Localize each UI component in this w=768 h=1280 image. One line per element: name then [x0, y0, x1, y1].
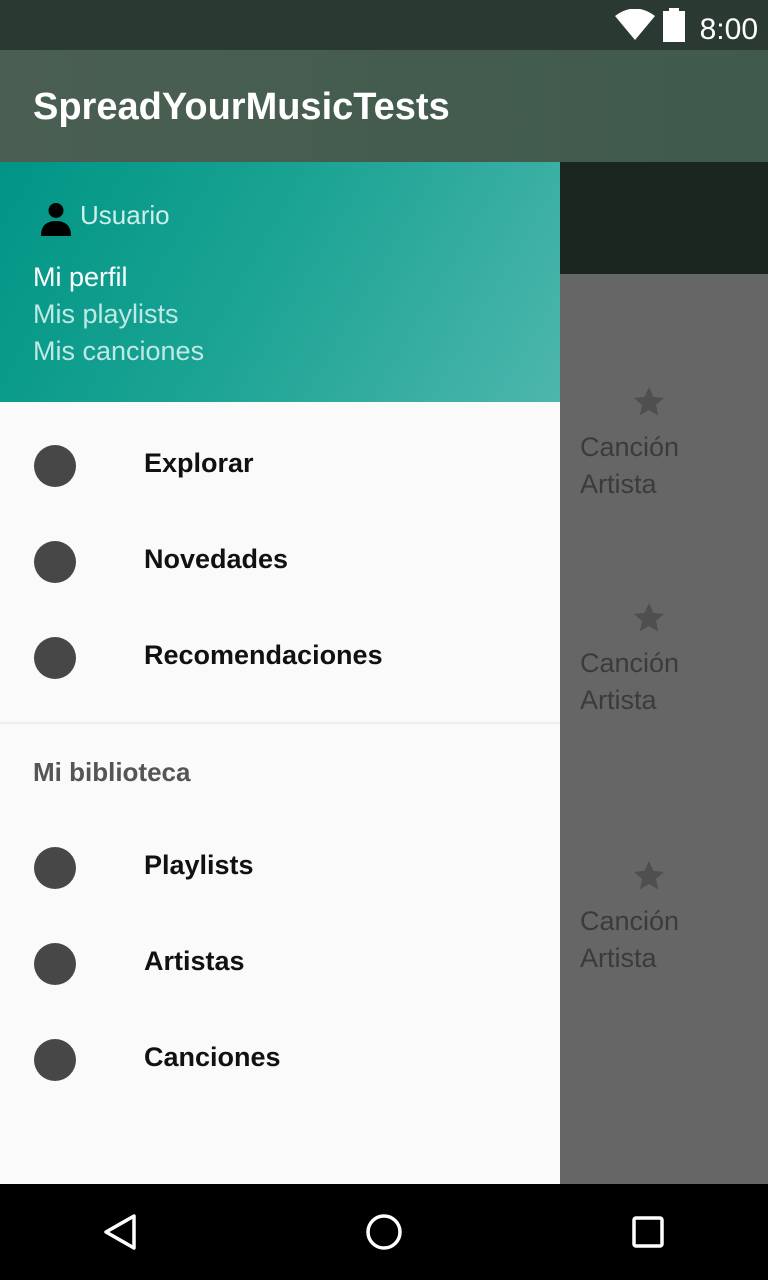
back-icon[interactable] — [100, 1212, 140, 1252]
star-icon — [634, 387, 664, 416]
menu-item-label: Recomendaciones — [144, 640, 383, 670]
song-title: Canción — [580, 906, 680, 936]
menu-item-novedades[interactable]: Novedades — [0, 514, 560, 610]
song-artist: Artista — [580, 943, 657, 973]
menu-item-playlists[interactable]: Playlists — [0, 820, 560, 916]
username-label: Usuario — [80, 200, 170, 230]
menu-item-recomendaciones[interactable]: Recomendaciones — [0, 610, 560, 706]
app-bar: SpreadYourMusicTests — [0, 50, 768, 162]
menu-item-label: Explorar — [144, 448, 254, 478]
battery-icon — [663, 8, 685, 42]
menu-item-label: Artistas — [144, 946, 245, 976]
library-section-title: Mi biblioteca — [33, 757, 191, 787]
background-song-list: Canción Artista Canción Artista Canción … — [560, 274, 768, 1184]
my-songs-link[interactable]: Mis canciones — [33, 336, 204, 367]
drawer-header: Usuario Mi perfil Mis playlists Mis canc… — [0, 162, 560, 402]
menu-item-label: Novedades — [144, 544, 289, 574]
menu-item-artistas[interactable]: Artistas — [0, 916, 560, 1012]
menu-divider — [0, 722, 560, 724]
app-title: SpreadYourMusicTests — [33, 86, 450, 128]
menu-item-label: Playlists — [144, 850, 254, 880]
recents-icon[interactable] — [628, 1212, 668, 1252]
my-profile-link[interactable]: Mi perfil — [33, 262, 128, 293]
star-icon — [634, 861, 664, 890]
circle-icon — [34, 541, 76, 583]
status-bar: 8:00 — [0, 0, 768, 50]
song-title: Canción — [580, 432, 680, 462]
background-tab-band — [560, 162, 768, 274]
song-artist: Artista — [580, 469, 657, 499]
person-icon — [41, 203, 71, 236]
circle-icon — [34, 445, 76, 487]
star-icon — [634, 603, 664, 632]
circle-icon — [34, 1039, 76, 1081]
menu-item-canciones[interactable]: Canciones — [0, 1012, 560, 1108]
circle-icon — [34, 637, 76, 679]
my-playlists-link[interactable]: Mis playlists — [33, 299, 179, 330]
menu-item-explorar[interactable]: Explorar — [0, 418, 560, 514]
system-nav-bar — [0, 1184, 768, 1280]
song-title: Canción — [580, 648, 680, 678]
wifi-icon — [615, 9, 655, 40]
status-time: 8:00 — [699, 13, 758, 46]
circle-icon — [34, 943, 76, 985]
song-artist: Artista — [580, 685, 657, 715]
menu-item-label: Canciones — [144, 1042, 281, 1072]
navigation-drawer: Usuario Mi perfil Mis playlists Mis canc… — [0, 162, 560, 1184]
circle-icon — [34, 847, 76, 889]
home-icon[interactable] — [364, 1212, 404, 1252]
